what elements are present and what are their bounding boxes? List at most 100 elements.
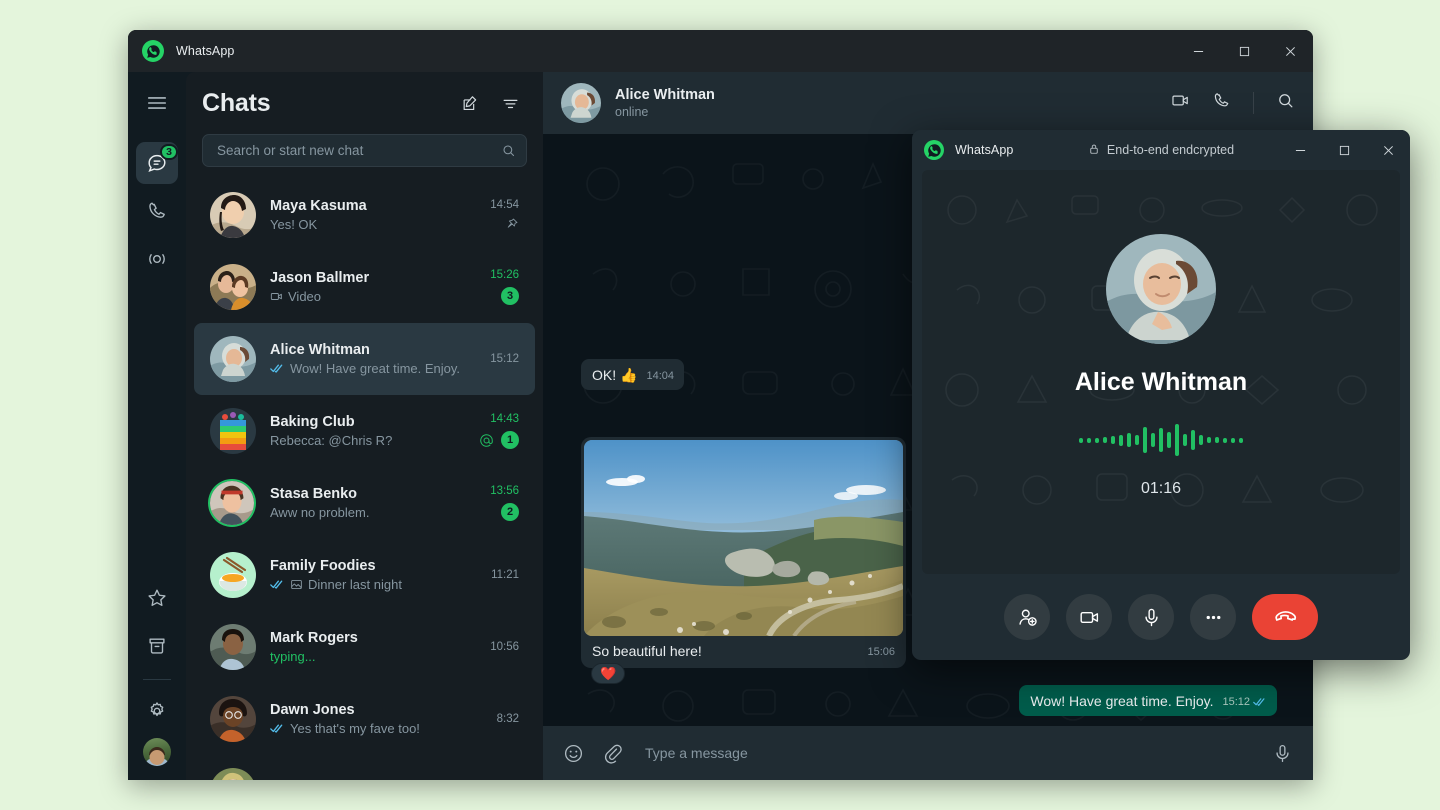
sidebar-item-status[interactable]: [136, 238, 178, 280]
chat-avatar[interactable]: [210, 624, 256, 670]
waveform-bar: [1143, 427, 1147, 453]
chat-row-text: Jason Ballmer Video: [270, 270, 482, 304]
chat-name: Baking Club: [270, 414, 471, 430]
waveform-bar: [1159, 428, 1163, 452]
message-bubble-incoming-ok[interactable]: OK! 👍 14:04: [581, 359, 684, 390]
chat-row-meta: 15:263: [490, 269, 519, 305]
mountain-ridge-photo[interactable]: [584, 440, 903, 636]
chat-avatar[interactable]: [210, 336, 256, 382]
chat-list-item[interactable]: Maya KasumaYes! OK14:54: [194, 179, 535, 251]
chat-list-item[interactable]: Alice WhitmanWow! Have great time. Enjoy…: [194, 323, 535, 395]
call-window: WhatsApp End-to-end endcrypted: [912, 130, 1410, 660]
phone-icon[interactable]: [1212, 91, 1231, 115]
search-box[interactable]: [202, 134, 527, 167]
video-camera-icon[interactable]: [1171, 91, 1190, 115]
conversation-actions: [1171, 91, 1295, 115]
add-person-icon[interactable]: [1004, 594, 1050, 640]
paperclip-icon[interactable]: [602, 743, 623, 764]
chat-preview-text: Video: [288, 289, 321, 304]
chat-row-text: Baking ClubRebecca: @Chris R?: [270, 414, 471, 448]
chat-row-text: Dawn JonesYes that's my fave too!: [270, 702, 489, 736]
chat-list-item[interactable]: Stasa BenkoAww no problem.13:562: [194, 467, 535, 539]
sidebar-item-chats[interactable]: 3: [136, 142, 178, 184]
microphone-icon[interactable]: [1272, 743, 1293, 764]
chat-timestamp: 8:32: [497, 713, 519, 725]
waveform-bar: [1111, 436, 1115, 444]
contact-avatar[interactable]: [561, 83, 601, 123]
waveform-bar: [1135, 435, 1139, 445]
chat-avatar[interactable]: [210, 408, 256, 454]
chat-avatar[interactable]: [210, 264, 256, 310]
call-waveform: [1079, 423, 1243, 457]
rail-divider: [143, 679, 171, 680]
pin-icon: [505, 217, 519, 231]
sidebar-item-starred[interactable]: [136, 577, 178, 619]
chat-list-item[interactable]: Mark Rogerstyping...10:56: [194, 611, 535, 683]
chat-list-item[interactable]: Baking ClubRebecca: @Chris R?14:431: [194, 395, 535, 467]
chat-row-meta: 15:12: [490, 353, 519, 365]
waveform-bar: [1223, 438, 1227, 443]
desktop-background: WhatsApp: [0, 0, 1440, 810]
minimize-button[interactable]: [1175, 30, 1221, 72]
waveform-bar: [1119, 435, 1123, 446]
waveform-bar: [1127, 433, 1131, 447]
chat-row-indicators: 1: [479, 431, 519, 449]
chat-preview: Wow! Have great time. Enjoy.: [270, 361, 482, 376]
chat-row-text: Family FoodiesDinner last night: [270, 558, 483, 592]
chat-avatar[interactable]: [210, 192, 256, 238]
video-camera-icon[interactable]: [1066, 594, 1112, 640]
chat-avatar[interactable]: [210, 768, 256, 780]
chat-list-item[interactable]: Jason Ballmer Video 15:263: [194, 251, 535, 323]
compose-new-chat-icon[interactable]: [455, 88, 485, 118]
waveform-bar: [1087, 438, 1091, 443]
profile-avatar[interactable]: [143, 738, 171, 766]
search-input[interactable]: [217, 143, 501, 158]
call-minimize-button[interactable]: [1278, 130, 1322, 170]
waveform-bar: [1151, 433, 1155, 447]
call-app-title: WhatsApp: [955, 143, 1013, 157]
sidebar-item-archived[interactable]: [136, 625, 178, 667]
message-input[interactable]: [641, 745, 1254, 761]
chat-avatar[interactable]: [210, 552, 256, 598]
main-window-titlebar: WhatsApp: [128, 30, 1313, 72]
chat-timestamp: 15:26: [490, 269, 519, 281]
message-composer: [543, 726, 1313, 780]
chat-list-item[interactable]: Ziggy Woodley8:12: [194, 755, 535, 780]
filter-icon[interactable]: [495, 88, 525, 118]
call-close-button[interactable]: [1366, 130, 1410, 170]
sidebar-item-calls[interactable]: [136, 190, 178, 232]
sidebar-item-settings[interactable]: [136, 690, 178, 732]
hamburger-menu-icon[interactable]: [136, 82, 178, 124]
emoji-smiley-icon[interactable]: [563, 743, 584, 764]
chat-avatar[interactable]: [210, 696, 256, 742]
more-dots-icon[interactable]: [1190, 594, 1236, 640]
search-in-chat-icon[interactable]: [1276, 91, 1295, 115]
chat-list-item[interactable]: Dawn JonesYes that's my fave too! 8:32: [194, 683, 535, 755]
double-check-icon: [270, 363, 285, 374]
message-time: 15:06: [867, 646, 895, 658]
encryption-label: End-to-end endcrypted: [1107, 143, 1234, 157]
message-bubble-outgoing-reply[interactable]: Wow! Have great time. Enjoy. 15:12: [1019, 685, 1277, 716]
video-icon: [270, 290, 283, 303]
chat-name: Jason Ballmer: [270, 270, 482, 286]
message-text: Wow! Have great time. Enjoy.: [1030, 692, 1213, 710]
call-maximize-button[interactable]: [1322, 130, 1366, 170]
call-window-controls: [1278, 130, 1410, 170]
microphone-icon[interactable]: [1128, 594, 1174, 640]
close-button[interactable]: [1267, 30, 1313, 72]
chat-avatar[interactable]: [210, 481, 254, 525]
chat-row-meta: 10:56: [490, 641, 519, 653]
chat-preview: typing...: [270, 649, 482, 664]
end-call-icon[interactable]: [1252, 594, 1318, 640]
call-controls-bar: [912, 574, 1410, 660]
waveform-bar: [1103, 437, 1107, 443]
message-bubble-image[interactable]: So beautiful here! 15:06 ❤️: [581, 437, 906, 668]
chat-list[interactable]: Maya KasumaYes! OK14:54 Jason Ballmer Vide…: [186, 179, 543, 780]
waveform-bar: [1239, 438, 1243, 443]
chat-list-item[interactable]: Family FoodiesDinner last night11:21: [194, 539, 535, 611]
message-meta: 15:12: [1222, 695, 1267, 710]
message-reaction[interactable]: ❤️: [591, 663, 625, 684]
waveform-bar: [1231, 438, 1235, 443]
maximize-button[interactable]: [1221, 30, 1267, 72]
chat-preview: Aww no problem.: [270, 505, 482, 520]
